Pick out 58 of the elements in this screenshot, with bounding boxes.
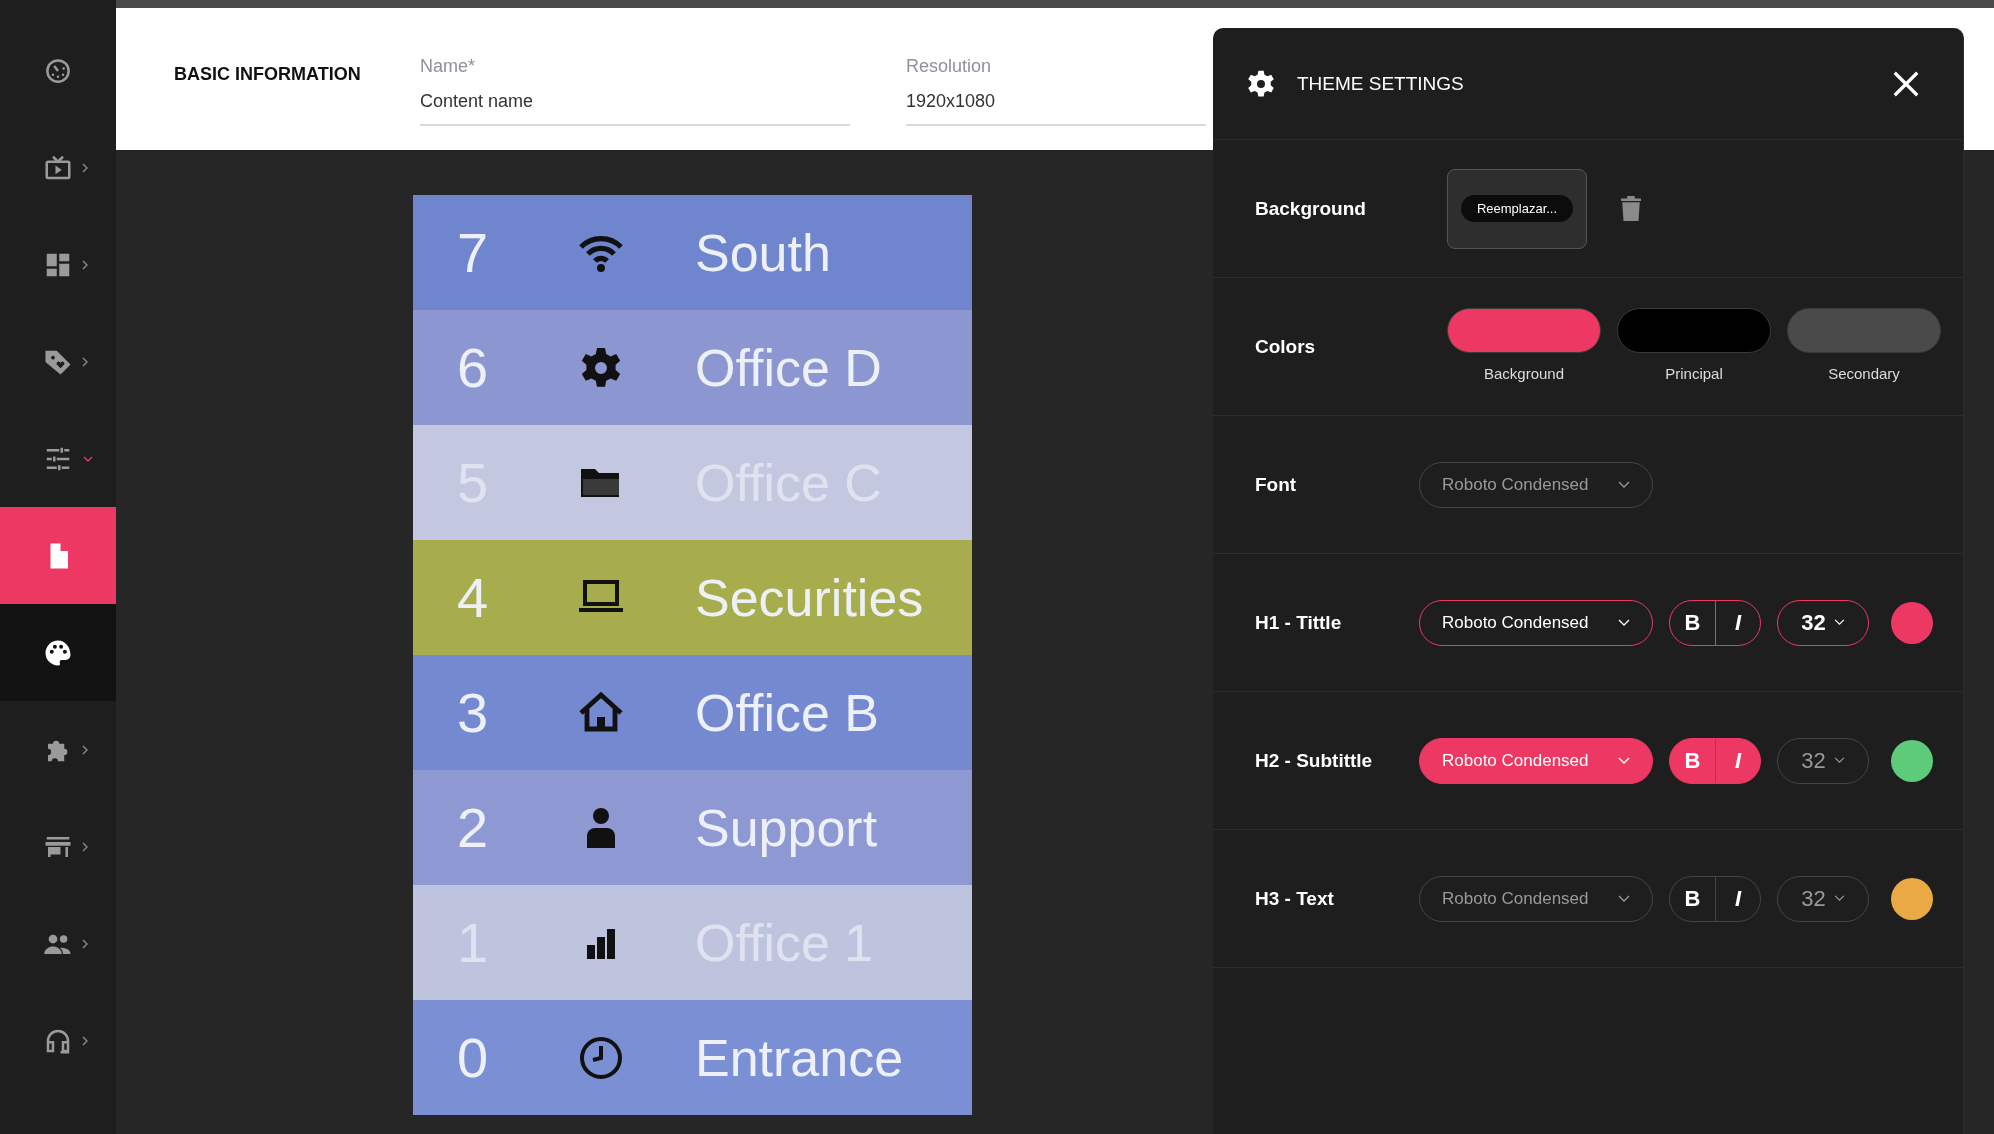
caret-icon bbox=[80, 357, 90, 367]
row-label: Font bbox=[1255, 473, 1298, 496]
section-title: BASIC INFORMATION bbox=[174, 64, 362, 85]
caret-icon bbox=[80, 1036, 90, 1046]
caret-icon bbox=[80, 842, 90, 852]
chevron-icon bbox=[1618, 756, 1630, 765]
floor-label: Support bbox=[695, 797, 878, 858]
text-field[interactable]: Content name bbox=[420, 83, 850, 126]
text-field[interactable]: 1920x1080 bbox=[906, 83, 1206, 126]
italic-button[interactable]: I bbox=[1715, 738, 1760, 783]
font-dropdown[interactable]: Roboto Condensed bbox=[1419, 737, 1653, 784]
chevron-icon bbox=[1833, 895, 1845, 902]
chevron-icon bbox=[1833, 757, 1845, 764]
floor-number: 6 bbox=[456, 335, 490, 400]
color-swatch[interactable] bbox=[1617, 308, 1771, 353]
bold-button[interactable]: B bbox=[1670, 738, 1715, 783]
trash-icon[interactable] bbox=[1621, 196, 1641, 221]
row-label: H1 - Tittle bbox=[1255, 611, 1343, 634]
swatch-label: Secondary bbox=[1828, 365, 1900, 382]
row-label: H2 - Subtittle bbox=[1255, 749, 1374, 772]
chevron-icon bbox=[1618, 894, 1630, 903]
italic-button[interactable]: I bbox=[1715, 876, 1760, 921]
color-swatch[interactable] bbox=[1447, 308, 1601, 353]
chevron-icon bbox=[1618, 480, 1630, 489]
color-dot[interactable] bbox=[1891, 739, 1933, 782]
row-label: Colors bbox=[1255, 336, 1317, 358]
caret-icon bbox=[80, 260, 90, 270]
color-dot[interactable] bbox=[1891, 601, 1933, 644]
color-swatch[interactable] bbox=[1787, 308, 1941, 353]
floor-number: 7 bbox=[456, 220, 490, 285]
caret-icon bbox=[80, 745, 90, 755]
floor-number: 2 bbox=[456, 795, 490, 860]
floor-number: 3 bbox=[456, 680, 490, 745]
swatch-label: Principal bbox=[1665, 365, 1723, 382]
row-label: Background bbox=[1255, 197, 1367, 220]
italic-button[interactable]: I bbox=[1715, 600, 1760, 645]
replace-button[interactable]: Reemplazar... bbox=[1460, 195, 1574, 222]
field-label: Name* bbox=[420, 56, 477, 77]
floor-label: Office B bbox=[695, 682, 879, 743]
row-label: H3 - Text bbox=[1255, 887, 1335, 910]
caret-icon bbox=[80, 163, 90, 173]
panel-title: THEME SETTINGS bbox=[1297, 72, 1465, 95]
floor-label: Securities bbox=[695, 567, 924, 628]
field-label: Resolution bbox=[906, 56, 993, 77]
floor-label: Entrance bbox=[695, 1027, 904, 1088]
chevron-icon bbox=[1618, 618, 1630, 627]
color-dot[interactable] bbox=[1891, 877, 1933, 920]
swatch-label: Background bbox=[1483, 365, 1565, 382]
floor-label: South bbox=[695, 222, 831, 283]
floor-number: 4 bbox=[456, 565, 490, 630]
bold-button[interactable]: B bbox=[1670, 600, 1715, 645]
sidebar-item[interactable] bbox=[0, 604, 116, 701]
caret-icon bbox=[83, 454, 93, 464]
floor-number: 0 bbox=[456, 1025, 490, 1090]
bold-button[interactable]: B bbox=[1670, 876, 1715, 921]
caret-icon bbox=[80, 939, 90, 949]
chevron-icon bbox=[1833, 619, 1845, 626]
floor-label: Office D bbox=[695, 337, 882, 398]
